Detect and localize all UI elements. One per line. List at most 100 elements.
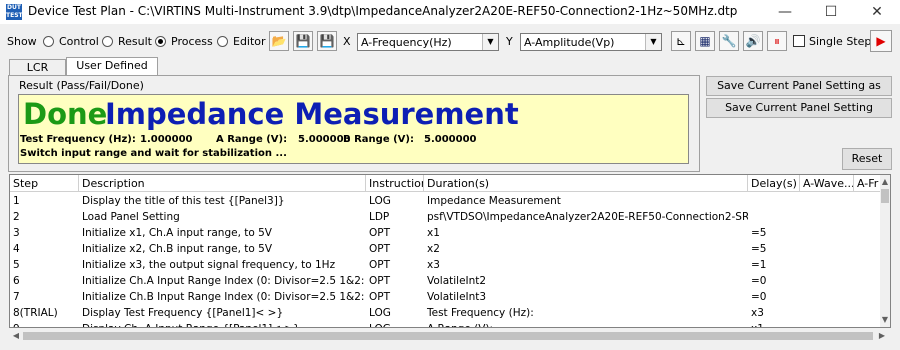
speaker-icon[interactable]: 🔊 xyxy=(743,31,763,51)
tools-icon[interactable]: 🔧 xyxy=(719,31,739,51)
x-axis-value: A-Frequency(Hz) xyxy=(361,36,452,49)
cell-delay: =5 xyxy=(751,227,767,239)
save-default-button[interactable]: Save Current Panel Setting as Default xyxy=(706,76,892,110)
cell-instruction: LOG xyxy=(369,307,391,319)
cell-instruction: LDP xyxy=(369,211,390,223)
cell-step: 7 xyxy=(13,291,20,303)
grid-icon[interactable]: ▦ xyxy=(695,31,715,51)
cell-duration: VolatileInt3 xyxy=(427,291,487,303)
open-file-icon[interactable]: 📂 xyxy=(269,31,289,51)
scroll-left-icon[interactable]: ◀ xyxy=(11,331,21,340)
cell-duration: Impedance Measurement xyxy=(427,195,561,207)
cell-duration: VolatileInt2 xyxy=(427,275,487,287)
pause-icon[interactable]: ⏸ xyxy=(767,31,787,51)
app-icon: DUT TEST xyxy=(6,4,23,20)
minimize-button[interactable]: — xyxy=(762,0,808,24)
scroll-up-icon[interactable]: ▲ xyxy=(880,177,890,186)
view-radio-editor[interactable] xyxy=(217,36,228,47)
save-icon[interactable]: 💾 xyxy=(293,31,313,51)
cell-a-wave xyxy=(800,193,854,209)
table-row[interactable]: 2 Load Panel Setting LDP psf\VTDSO\Impedanc… xyxy=(10,209,880,225)
cell-delay: x3 xyxy=(751,307,764,319)
view-label-process[interactable]: Process xyxy=(171,35,213,48)
vertical-scroll-thumb[interactable] xyxy=(881,189,889,203)
axes-icon[interactable]: ⊾ xyxy=(671,31,691,51)
view-radio-process[interactable] xyxy=(155,36,166,47)
cell-step: 9 xyxy=(10,321,79,327)
column-header-delay[interactable]: Delay(s) xyxy=(748,175,800,192)
cell-instruction: OPT xyxy=(369,227,391,239)
arange-label: A Range (V): xyxy=(216,134,288,145)
cell-a-wave xyxy=(800,257,854,273)
save-as-icon[interactable]: 💾 xyxy=(317,31,337,51)
table-row[interactable]: 8(TRIAL) Display Test Frequency {[Panel1]… xyxy=(10,305,880,321)
view-label-editor[interactable]: Editor xyxy=(233,35,266,48)
freq-label: Test Frequency (Hz): xyxy=(20,134,136,145)
cell-step: 5 xyxy=(13,259,20,271)
column-header-instruction[interactable]: Instruction xyxy=(366,175,424,192)
cell-step: 6 xyxy=(13,275,20,287)
x-axis-label: X xyxy=(343,35,351,48)
cell-a-wave xyxy=(800,225,854,241)
cell-duration: Test Frequency (Hz): xyxy=(427,307,534,319)
cell-description: Initialize x1, Ch.A input range, to 5V xyxy=(82,227,272,239)
vertical-scrollbar[interactable]: ▲ ▼ xyxy=(880,175,890,327)
tab-user-defined-plan[interactable]: User Defined Plan xyxy=(66,57,158,88)
y-axis-select[interactable]: A-Amplitude(Vp) ▼ xyxy=(520,33,662,51)
single-step-label[interactable]: Single Step xyxy=(809,35,871,48)
run-icon[interactable]: ▶ xyxy=(870,30,892,52)
cell-description: Display Ch. A Input Range {[Panel1]< >} xyxy=(79,321,366,327)
cell-duration: x1 xyxy=(427,227,440,239)
column-header-step[interactable]: Step xyxy=(10,175,79,192)
cell-duration: psf\VTDSO\ImpedanceAnalyzer2A20E-REF50-C… xyxy=(427,211,748,223)
horizontal-scrollbar[interactable]: ◀ ▶ xyxy=(9,329,891,343)
view-radio-control[interactable] xyxy=(43,36,54,47)
reset-button[interactable]: Reset xyxy=(842,148,892,170)
maximize-button[interactable]: ☐ xyxy=(808,0,854,24)
cell-step: 2 xyxy=(13,211,20,223)
column-header-duration[interactable]: Duration(s) xyxy=(424,175,748,192)
cell-description: Display Test Frequency {[Panel1]< >} xyxy=(82,307,284,319)
cell-duration: A Range (V): xyxy=(424,321,748,327)
column-header-a-wave[interactable]: A-Wave... xyxy=(800,175,854,192)
scroll-right-icon[interactable]: ▶ xyxy=(877,331,887,340)
cell-instruction: OPT xyxy=(369,259,391,271)
table-row[interactable]: 4 Initialize x2, Ch.B input range, to 5V O… xyxy=(10,241,880,257)
single-step-checkbox[interactable] xyxy=(793,35,805,47)
table-row[interactable]: 1 Display the title of this test {[Panel3… xyxy=(10,193,880,209)
cell-delay: =0 xyxy=(751,275,767,287)
view-label-control[interactable]: Control xyxy=(59,35,99,48)
tab-lcr-meter[interactable]: LCR Meter xyxy=(9,59,66,90)
cell-description: Load Panel Setting xyxy=(82,211,180,223)
y-axis-label: Y xyxy=(506,35,513,48)
cell-a-wave xyxy=(800,241,854,257)
view-radio-result[interactable] xyxy=(102,36,113,47)
save-current-button[interactable]: Save Current Panel Setting xyxy=(706,98,892,118)
result-label: Result (Pass/Fail/Done) xyxy=(19,79,144,92)
table-row[interactable]: 3 Initialize x1, Ch.A input range, to 5V O… xyxy=(10,225,880,241)
cell-description: Initialize Ch.A Input Range Index (0: Di… xyxy=(82,275,366,287)
scroll-down-icon[interactable]: ▼ xyxy=(880,315,890,324)
horizontal-scroll-thumb[interactable] xyxy=(23,332,873,340)
cell-delay xyxy=(748,209,800,225)
table-row[interactable]: 5 Initialize x3, the output signal freque… xyxy=(10,257,880,273)
table-row[interactable]: 7 Initialize Ch.B Input Range Index (0: D… xyxy=(10,289,880,305)
cell-instruction: OPT xyxy=(369,291,391,303)
cell-a-wave xyxy=(800,289,854,305)
view-label-result[interactable]: Result xyxy=(118,35,152,48)
x-axis-select[interactable]: A-Frequency(Hz) ▼ xyxy=(357,33,499,51)
cell-description: Display the title of this test {[Panel3]… xyxy=(82,195,285,207)
cell-a-wave xyxy=(800,321,854,327)
chevron-down-icon: ▼ xyxy=(645,34,661,50)
cell-delay xyxy=(748,193,800,209)
column-header-description[interactable]: Description xyxy=(79,175,366,192)
result-display: Done Impedance Measurement Test Frequenc… xyxy=(18,94,689,164)
close-button[interactable]: ✕ xyxy=(854,0,900,24)
test-title: Impedance Measurement xyxy=(105,97,519,131)
table-row[interactable]: 9Display Ch. A Input Range {[Panel1]< >}… xyxy=(10,321,880,327)
cell-description: Initialize x3, the output signal frequen… xyxy=(82,259,336,271)
show-label: Show xyxy=(7,35,37,48)
cell-instruction: LOG xyxy=(366,321,424,327)
cell-description: Initialize x2, Ch.B input range, to 5V xyxy=(82,243,273,255)
table-row[interactable]: 6 Initialize Ch.A Input Range Index (0: D… xyxy=(10,273,880,289)
